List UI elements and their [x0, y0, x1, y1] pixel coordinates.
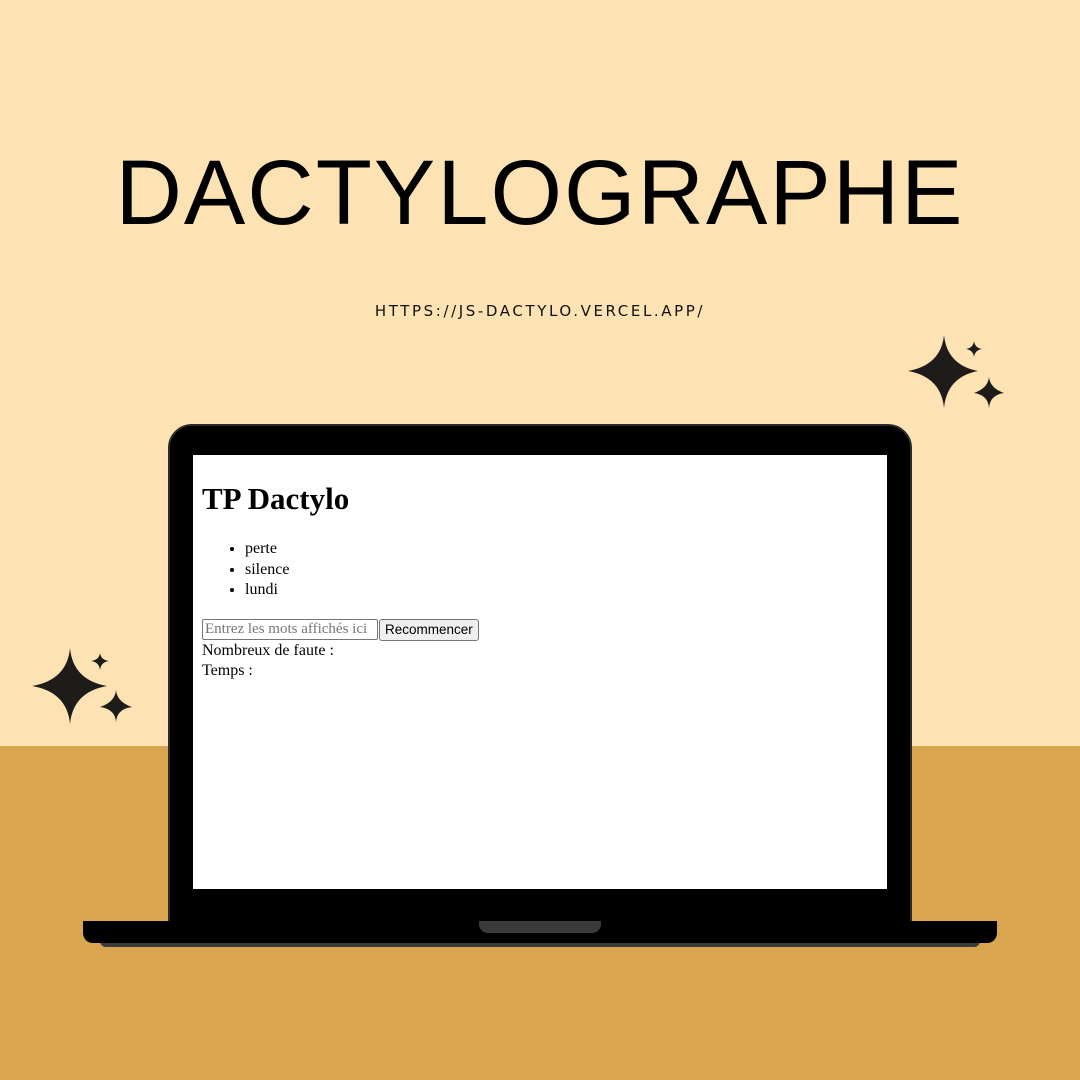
- page-title: TP Dactylo: [202, 481, 350, 516]
- poster-title: DACTYLOGRAPHE: [115, 142, 965, 244]
- typing-form: Recommencer: [202, 618, 887, 641]
- laptop-screen: TP Dactylo perte silence lundi Recommenc…: [193, 455, 887, 889]
- sparkles-icon: [908, 335, 1004, 408]
- poster-url: HTTPS://JS-DACTYLO.VERCEL.APP/: [374, 302, 706, 320]
- word-item: perte: [245, 539, 887, 560]
- word-list: perte silence lundi: [202, 539, 887, 601]
- restart-button[interactable]: Recommencer: [379, 618, 479, 641]
- laptop-notch: [479, 921, 601, 933]
- errors-label: Nombreux de faute :: [202, 641, 334, 659]
- time-label: Temps :: [202, 661, 253, 679]
- word-item: lundi: [245, 580, 887, 601]
- sparkles-icon: [32, 648, 132, 724]
- dactylo-page: TP Dactylo perte silence lundi Recommenc…: [202, 455, 887, 681]
- word-item: silence: [245, 560, 887, 581]
- word-input[interactable]: [202, 619, 378, 641]
